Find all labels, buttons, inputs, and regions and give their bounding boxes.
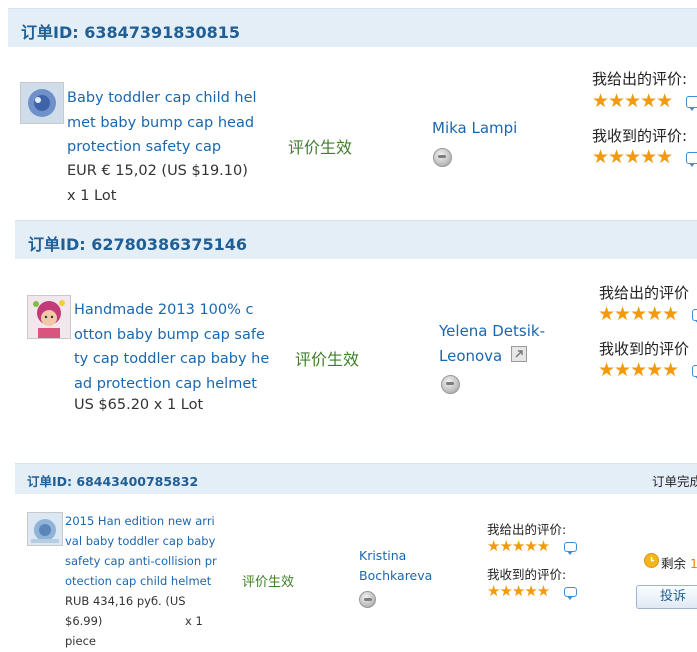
- external-link-icon[interactable]: [511, 346, 528, 362]
- product-thumbnail[interactable]: [27, 295, 71, 339]
- message-bubble-icon[interactable]: [564, 587, 577, 600]
- feedback-received-label: 我收到的评价: [599, 340, 690, 358]
- product-title-link[interactable]: Handmade 2013 100% c otton baby bump cap…: [74, 298, 269, 396]
- seller-name-link[interactable]: Kristina Bochkareva: [359, 546, 432, 586]
- feedback-given-label: 我给出的评价:: [487, 522, 567, 537]
- order-id: 订单ID: 62780386375146: [28, 235, 248, 254]
- message-bubble-icon[interactable]: [692, 309, 697, 324]
- clock-icon: [644, 553, 659, 568]
- chat-status-icon[interactable]: [441, 375, 460, 394]
- order-status-text: 订单完成: [652, 474, 697, 489]
- feedback-received-label: 我收到的评价:: [487, 567, 567, 582]
- feedback-given-label: 我给出的评价:: [592, 70, 688, 88]
- feedback-status: 评价生效: [288, 138, 353, 157]
- feedback-received-stars: ★★★★★: [598, 359, 679, 381]
- complaint-button[interactable]: 投诉: [636, 585, 697, 609]
- product-thumbnail[interactable]: [20, 82, 64, 124]
- product-thumbnail[interactable]: [27, 512, 63, 546]
- message-bubble-icon[interactable]: [564, 542, 577, 555]
- feedback-given-stars: ★★★★★: [598, 303, 679, 325]
- feedback-given-label: 我给出的评价: [599, 284, 690, 302]
- feedback-received-stars: ★★★★★: [487, 582, 550, 600]
- feedback-received-stars: ★★★★★: [592, 146, 673, 168]
- feedback-received-label: 我收到的评价:: [592, 127, 688, 145]
- feedback-given-stars: ★★★★★: [487, 537, 550, 555]
- message-bubble-icon[interactable]: [686, 152, 697, 167]
- seller-name-link[interactable]: Mika Lampi: [432, 119, 517, 137]
- product-price: RUB 434,16 руб. (US $6.99) x 1 piece: [65, 594, 203, 648]
- product-price: EUR € 15,02 (US $19.10) x 1 Lot: [67, 163, 248, 204]
- feedback-status: 评价生效: [295, 350, 360, 369]
- message-bubble-icon[interactable]: [692, 365, 697, 380]
- message-bubble-icon[interactable]: [686, 96, 697, 111]
- feedback-status: 评价生效: [242, 575, 295, 590]
- product-title-link[interactable]: 2015 Han edition new arri val baby toddl…: [65, 511, 217, 591]
- order-id: 订单ID: 63847391830815: [21, 23, 241, 42]
- chat-status-icon[interactable]: [359, 591, 376, 608]
- product-title-link[interactable]: Baby toddler cap child hel met baby bump…: [67, 86, 257, 160]
- chat-status-icon[interactable]: [433, 148, 452, 167]
- remaining-time-label: 剩余 1: [661, 556, 697, 571]
- seller-name-link[interactable]: Yelena Detsik- Leonova: [439, 319, 545, 369]
- product-price: US $65.20 x 1 Lot: [74, 397, 204, 413]
- order-id: 订单ID: 68443400785832: [27, 474, 199, 489]
- feedback-given-stars: ★★★★★: [592, 90, 673, 112]
